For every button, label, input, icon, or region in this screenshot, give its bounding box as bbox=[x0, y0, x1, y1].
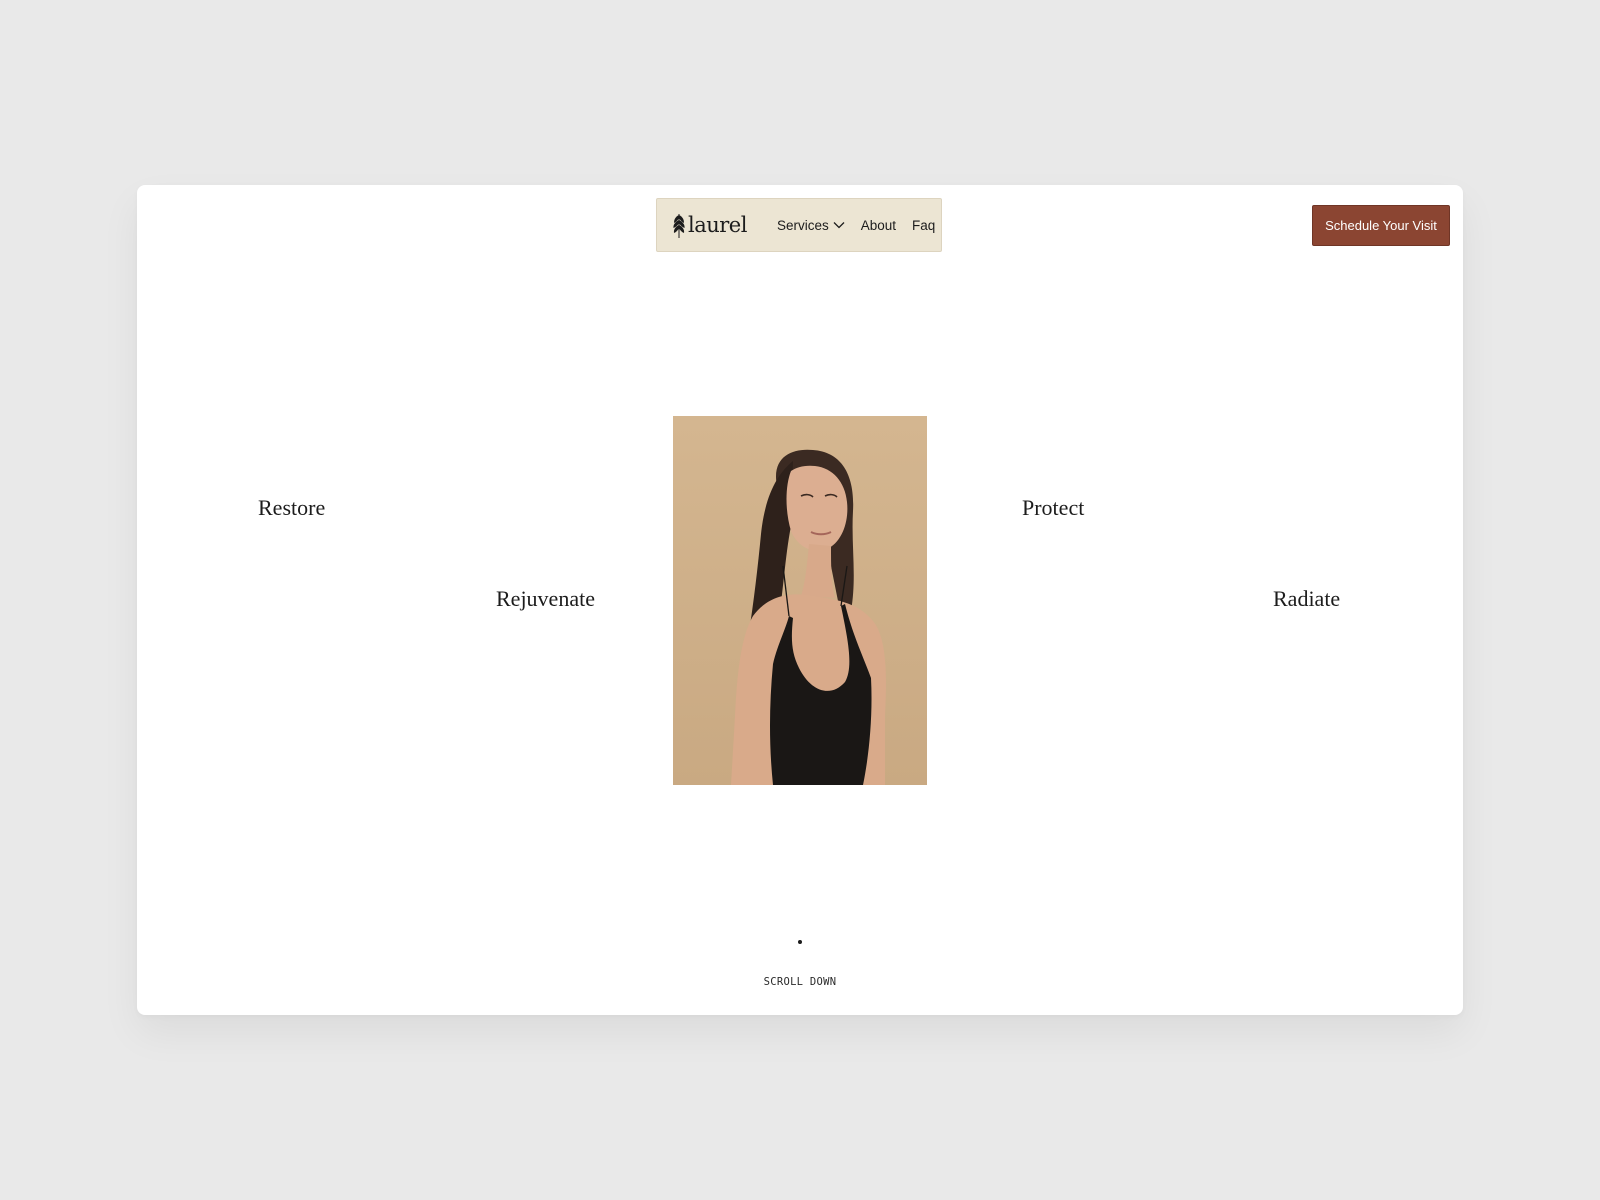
nav-links: Services About Faq bbox=[777, 218, 935, 233]
page-card: laurel Services About Faq Schedule Your … bbox=[137, 185, 1463, 1015]
brand-name: laurel bbox=[688, 212, 747, 237]
nav-item-about-label: About bbox=[860, 217, 896, 233]
hero-portrait-image bbox=[673, 416, 927, 785]
scroll-down-label[interactable]: SCROLL DOWN bbox=[137, 976, 1463, 988]
nav-item-services[interactable]: Services bbox=[777, 218, 845, 233]
brand-logo[interactable]: laurel bbox=[672, 199, 747, 251]
hero-word-restore: Restore bbox=[258, 495, 326, 520]
portrait-illustration bbox=[673, 416, 927, 785]
scroll-indicator-dot bbox=[798, 940, 802, 944]
nav-item-services-label: Services bbox=[776, 217, 829, 233]
schedule-visit-button[interactable]: Schedule Your Visit bbox=[1312, 205, 1450, 246]
chevron-down-icon bbox=[833, 222, 845, 229]
hero-word-rejuvenate: Rejuvenate bbox=[496, 586, 595, 611]
nav-item-faq-label: Faq bbox=[912, 217, 936, 233]
hero-word-protect: Protect bbox=[1022, 495, 1085, 520]
nav-item-faq[interactable]: Faq bbox=[912, 218, 935, 233]
hero-word-radiate: Radiate bbox=[1273, 586, 1341, 611]
nav-item-about[interactable]: About bbox=[861, 218, 896, 233]
laurel-leaf-icon bbox=[673, 214, 685, 238]
main-navigation: laurel Services About Faq bbox=[656, 198, 942, 252]
